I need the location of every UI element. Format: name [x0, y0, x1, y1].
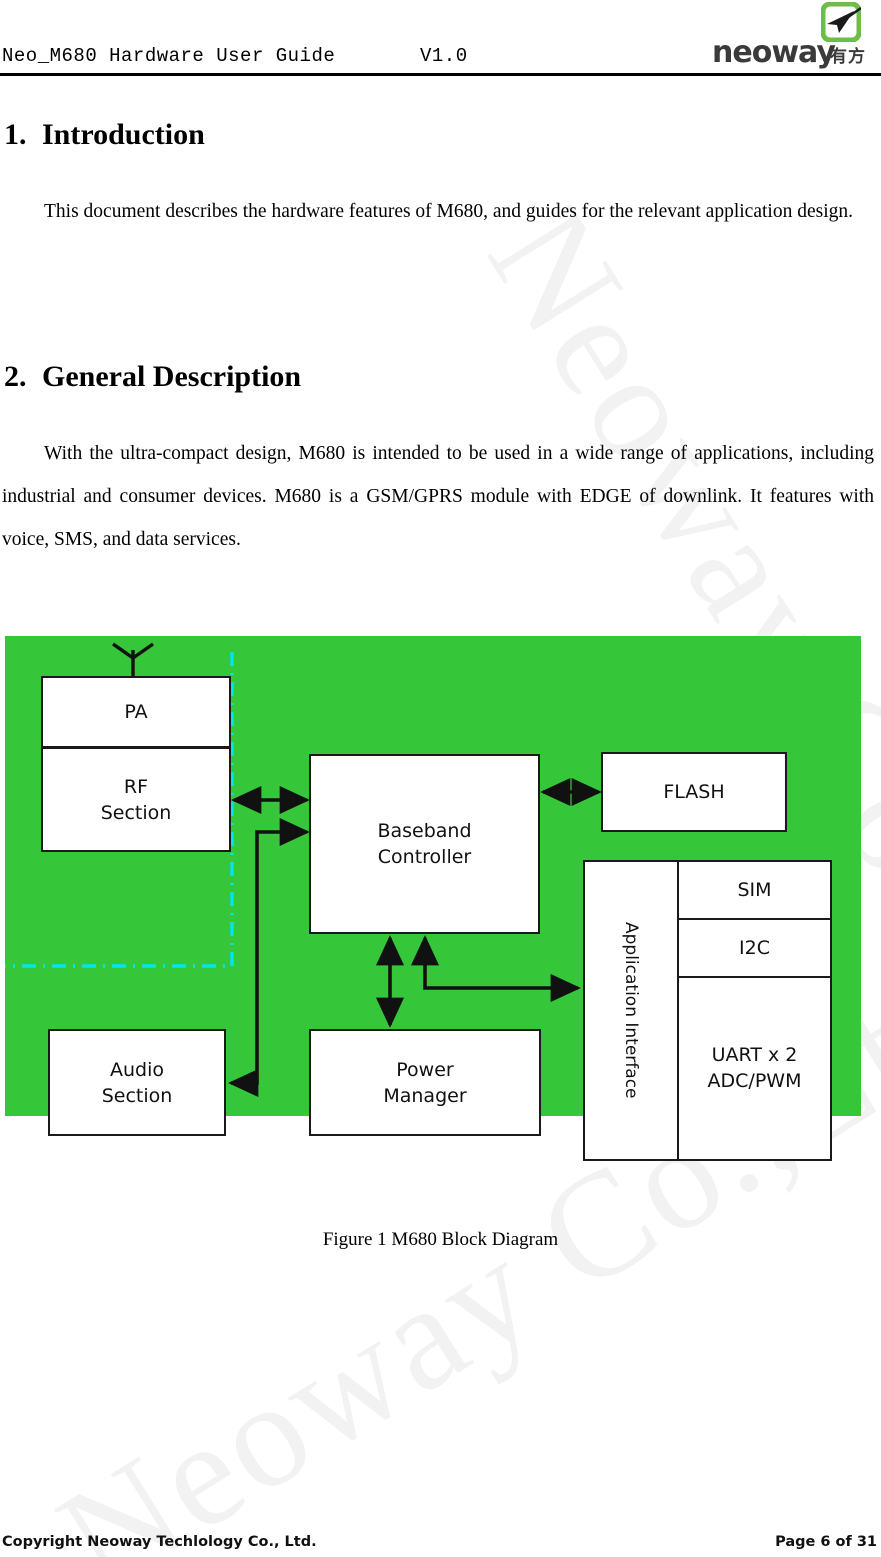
- logo-chinese-mark: 有方: [830, 47, 866, 67]
- block-label: I2C: [739, 937, 770, 959]
- application-interface-sub-blocks: SIM I2C UART x 2 ADC/PWM: [679, 862, 830, 1159]
- section-paragraph-1: This document describes the hardware fea…: [44, 201, 853, 222]
- block-label: Power: [396, 1058, 454, 1081]
- diagram-block-flash: FLASH: [601, 752, 787, 832]
- block-label: Section: [101, 1084, 173, 1107]
- diagram-block-uart-adc-pwm: UART x 2 ADC/PWM: [679, 978, 830, 1158]
- section-paragraph-2: With the ultra-compact design, M680 is i…: [2, 443, 874, 550]
- diagram-block-audio-section: Audio Section: [48, 1029, 226, 1136]
- section-number: 1.: [4, 118, 27, 151]
- diagram-block-i2c: I2C: [679, 920, 830, 978]
- section-heading-2: 2. General Description: [4, 360, 301, 394]
- section-title: Introduction: [42, 118, 205, 151]
- section-title: General Description: [42, 360, 302, 393]
- logo-wordmark: neoway: [712, 35, 836, 70]
- document-version: V1.0: [420, 45, 468, 67]
- block-label: PA: [124, 701, 148, 723]
- block-label: Manager: [383, 1084, 467, 1107]
- document-title: Neo_M680 Hardware User Guide: [2, 45, 336, 67]
- block-label: SIM: [737, 879, 772, 901]
- neoway-logo: neoway 有方: [712, 2, 881, 70]
- diagram-block-sim: SIM: [679, 862, 830, 920]
- arrow-baseband-appinterface: [410, 935, 581, 1003]
- diagram-block-baseband-controller: Baseband Controller: [309, 754, 540, 934]
- block-label: Controller: [377, 846, 472, 868]
- diagram-block-power-manager: Power Manager: [309, 1029, 541, 1136]
- page-header: Neo_M680 Hardware User Guide V1.0 neoway…: [0, 0, 881, 76]
- application-interface-label-column: Application Interface: [585, 862, 679, 1159]
- neoway-check-arrow-icon: [821, 2, 861, 42]
- diagram-block-rf-section: RF Section: [41, 747, 231, 852]
- arrow-baseband-audio: [228, 817, 310, 1098]
- block-label: ADC/PWM: [707, 1070, 802, 1092]
- block-label: Audio: [109, 1058, 164, 1081]
- section-heading-1: 1. Introduction: [4, 118, 205, 152]
- figure-caption: Figure 1 M680 Block Diagram: [322, 1229, 559, 1250]
- block-label: Baseband: [377, 820, 472, 842]
- diagram-block-application-interface: Application Interface SIM I2C UART x 2 A…: [583, 860, 832, 1161]
- diagram-block-pa: PA: [41, 676, 231, 748]
- m680-block-diagram: PA RF Section Baseband Controller FLASH …: [5, 636, 861, 1161]
- footer-page-number: Page 6 of 31: [775, 1534, 877, 1550]
- section-number: 2.: [4, 360, 27, 393]
- block-label: Section: [100, 801, 172, 824]
- antenna-icon: [112, 642, 154, 676]
- header-divider: [0, 73, 881, 76]
- block-label: UART x 2: [711, 1044, 798, 1066]
- block-label: FLASH: [663, 781, 725, 803]
- footer-copyright: Copyright Neoway Techlology Co., Ltd.: [2, 1534, 317, 1550]
- block-label: RF: [123, 775, 149, 798]
- block-label: Application Interface: [621, 922, 641, 1099]
